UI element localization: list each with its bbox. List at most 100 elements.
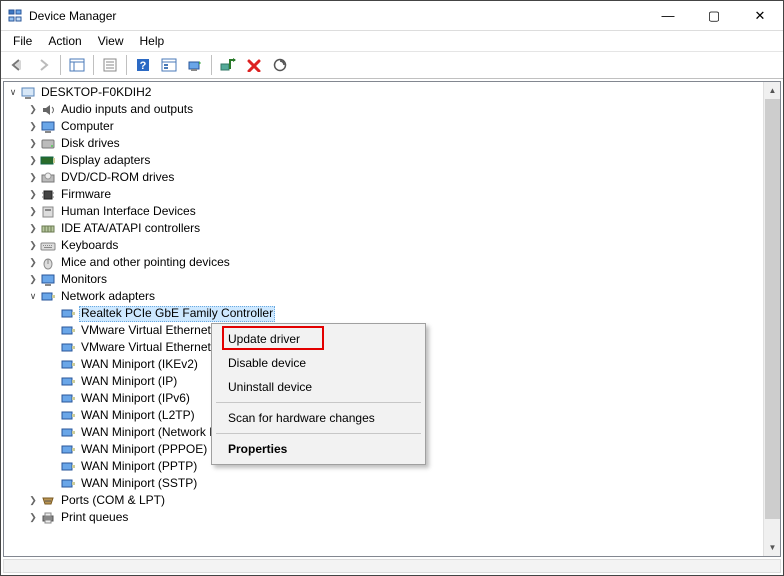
tree-item-keyboards[interactable]: ❯ Keyboards — [26, 237, 763, 254]
forward-button[interactable] — [32, 53, 56, 77]
collapse-icon[interactable]: ∨ — [6, 84, 20, 101]
show-hide-tree-button[interactable] — [65, 53, 89, 77]
expand-icon[interactable]: ❯ — [26, 152, 40, 169]
tree-label: DVD/CD-ROM drives — [59, 169, 176, 186]
tree-label: WAN Miniport (IPv6) — [79, 390, 192, 407]
tree-label: WAN Miniport (IP) — [79, 373, 179, 390]
tree-item-hid[interactable]: ❯ Human Interface Devices — [26, 203, 763, 220]
tree-item-computer[interactable]: ❯ Computer — [26, 118, 763, 135]
ctx-separator — [216, 402, 421, 403]
scroll-thumb[interactable] — [765, 99, 780, 519]
tree-item-firmware[interactable]: ❯ Firmware — [26, 186, 763, 203]
action-list-button[interactable] — [157, 53, 181, 77]
collapse-icon[interactable]: ∨ — [26, 288, 40, 305]
enable-device-button[interactable] — [216, 53, 240, 77]
expand-icon[interactable]: ❯ — [26, 492, 40, 509]
tree-item-mice[interactable]: ❯ Mice and other pointing devices — [26, 254, 763, 271]
network-adapter-icon — [60, 425, 76, 441]
vertical-scrollbar[interactable]: ▲ ▼ — [763, 82, 780, 556]
title-bar: Device Manager — ▢ ✕ — [1, 1, 783, 31]
ctx-scan-hardware[interactable]: Scan for hardware changes — [214, 406, 423, 430]
tree-label: Disk drives — [59, 135, 122, 152]
keyboard-icon — [40, 238, 56, 254]
expand-icon[interactable]: ❯ — [26, 101, 40, 118]
menu-view[interactable]: View — [90, 32, 132, 50]
scan-hardware-button[interactable] — [268, 53, 292, 77]
tree-label: Monitors — [59, 271, 109, 288]
tree-label: Keyboards — [59, 237, 120, 254]
tree-item-adapter[interactable]: WAN Miniport (SSTP) — [46, 475, 763, 492]
scroll-up-button[interactable]: ▲ — [764, 82, 781, 99]
maximize-button[interactable]: ▢ — [691, 1, 737, 30]
close-icon: ✕ — [755, 8, 766, 24]
mouse-icon — [40, 255, 56, 271]
properties-button[interactable] — [98, 53, 122, 77]
hid-icon — [40, 204, 56, 220]
tree-item-audio[interactable]: ❯ Audio inputs and outputs — [26, 101, 763, 118]
network-adapter-icon — [60, 374, 76, 390]
network-adapter-icon — [60, 442, 76, 458]
ctx-disable-device[interactable]: Disable device — [214, 351, 423, 375]
tree-item-ide[interactable]: ❯ IDE ATA/ATAPI controllers — [26, 220, 763, 237]
expand-icon[interactable]: ❯ — [26, 237, 40, 254]
tree-item-print[interactable]: ❯ Print queues — [26, 509, 763, 526]
ide-icon — [40, 221, 56, 237]
display-adapter-icon — [40, 153, 56, 169]
network-adapter-icon — [60, 408, 76, 424]
tree-item-disk[interactable]: ❯ Disk drives — [26, 135, 763, 152]
tree-label: Firmware — [59, 186, 113, 203]
menu-help[interactable]: Help — [132, 32, 173, 50]
scroll-down-button[interactable]: ▼ — [764, 539, 781, 556]
tree-label: Mice and other pointing devices — [59, 254, 232, 271]
menu-file[interactable]: File — [5, 32, 40, 50]
tree-label: Human Interface Devices — [59, 203, 198, 220]
expand-icon[interactable]: ❯ — [26, 203, 40, 220]
expand-icon[interactable]: ❯ — [26, 254, 40, 271]
device-tree[interactable]: ∨ DESKTOP-F0KDIH2 ❯ Audio inputs and out… — [4, 82, 763, 556]
disk-icon — [40, 136, 56, 152]
ctx-update-driver[interactable]: Update driver — [214, 327, 423, 351]
tree-item-ports[interactable]: ❯ Ports (COM & LPT) — [26, 492, 763, 509]
tree-root-row[interactable]: ∨ DESKTOP-F0KDIH2 — [6, 84, 763, 101]
device-tree-panel: ∨ DESKTOP-F0KDIH2 ❯ Audio inputs and out… — [3, 81, 781, 557]
printer-icon — [40, 510, 56, 526]
menu-action[interactable]: Action — [40, 32, 89, 50]
tree-item-adapter[interactable]: Realtek PCIe GbE Family Controller — [46, 305, 763, 322]
tree-label: VMware Virtual Ethernet — [79, 339, 213, 356]
chip-icon — [40, 187, 56, 203]
tree-label: Network adapters — [59, 288, 157, 305]
app-icon — [7, 8, 23, 24]
ctx-properties[interactable]: Properties — [214, 437, 423, 461]
expand-icon[interactable]: ❯ — [26, 220, 40, 237]
ctx-uninstall-device[interactable]: Uninstall device — [214, 375, 423, 399]
toolbar-separator — [211, 55, 212, 75]
network-icon — [40, 289, 56, 305]
tree-item-display[interactable]: ❯ Display adapters — [26, 152, 763, 169]
network-adapter-icon — [60, 306, 76, 322]
tree-label: Display adapters — [59, 152, 152, 169]
tree-item-monitors[interactable]: ❯ Monitors — [26, 271, 763, 288]
expand-icon[interactable]: ❯ — [26, 135, 40, 152]
close-button[interactable]: ✕ — [737, 1, 783, 30]
back-button[interactable] — [6, 53, 30, 77]
expand-icon[interactable]: ❯ — [26, 509, 40, 526]
tree-item-dvd[interactable]: ❯ DVD/CD-ROM drives — [26, 169, 763, 186]
tree-label: WAN Miniport (IKEv2) — [79, 356, 200, 373]
tree-label: VMware Virtual Ethernet — [79, 322, 213, 339]
window-title: Device Manager — [29, 9, 645, 23]
uninstall-device-button[interactable] — [242, 53, 266, 77]
tree-label: Computer — [59, 118, 116, 135]
expand-icon[interactable]: ❯ — [26, 118, 40, 135]
expand-icon[interactable]: ❯ — [26, 271, 40, 288]
minimize-button[interactable]: — — [645, 1, 691, 30]
expand-icon[interactable]: ❯ — [26, 186, 40, 203]
expand-icon[interactable]: ❯ — [26, 169, 40, 186]
tree-label: Audio inputs and outputs — [59, 101, 195, 118]
network-adapter-icon — [60, 459, 76, 475]
port-icon — [40, 493, 56, 509]
network-adapter-icon — [60, 391, 76, 407]
help-button[interactable]: ? — [131, 53, 155, 77]
tree-item-network[interactable]: ∨ Network adapters — [26, 288, 763, 305]
update-driver-button[interactable] — [183, 53, 207, 77]
computer-icon — [20, 85, 36, 101]
